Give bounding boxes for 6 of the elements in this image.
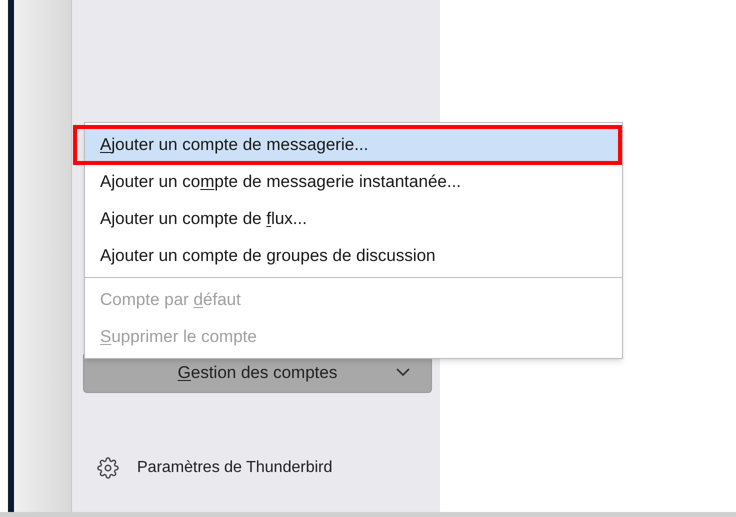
settings-icon xyxy=(97,457,119,479)
menu-item[interactable]: Ajouter un compte de messagerie instantanée... xyxy=(85,163,622,200)
menu-item[interactable]: Ajouter un compte de groupes de discussion xyxy=(85,237,622,274)
chevron-down-icon xyxy=(395,367,411,377)
settings-link[interactable]: Paramètres de Thunderbird xyxy=(137,456,332,480)
menu-item[interactable]: Ajouter un compte de flux... xyxy=(85,200,622,237)
